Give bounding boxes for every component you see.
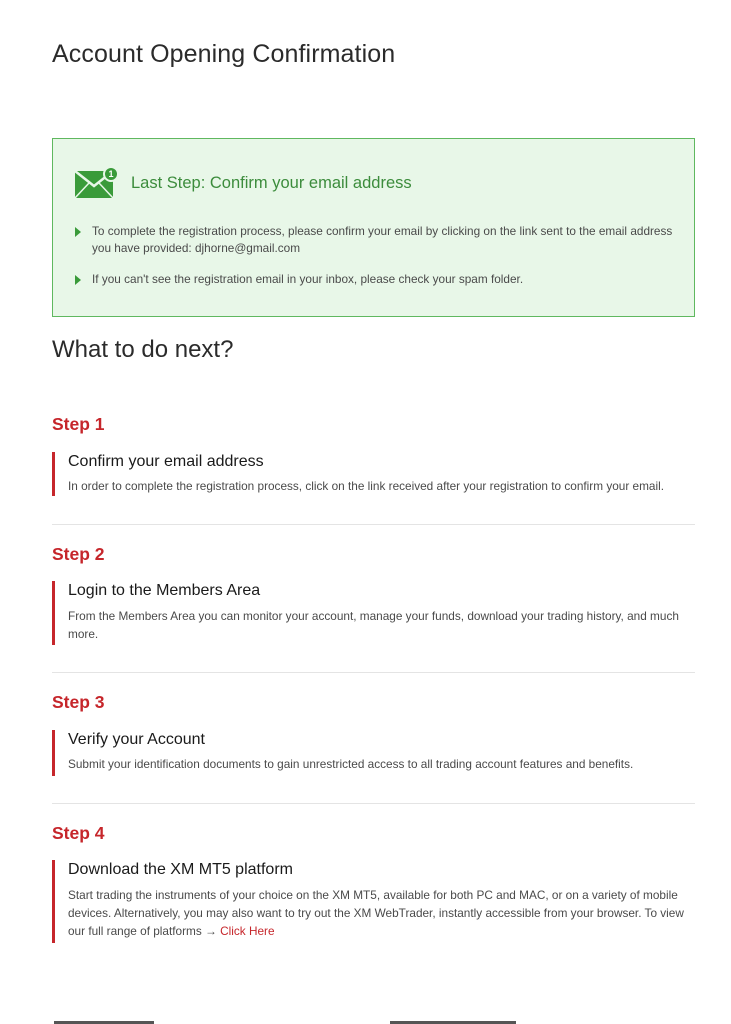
- notice-list: To complete the registration process, pl…: [75, 223, 675, 302]
- step-content: Login to the Members Area From the Membe…: [52, 581, 695, 645]
- notice-title: Last Step: Confirm your email address: [131, 173, 412, 192]
- notice-item: If you can't see the registration email …: [75, 271, 675, 288]
- email-confirmation-notice: 1 Last Step: Confirm your email address …: [52, 138, 695, 317]
- step-description: Submit your identification documents to …: [68, 757, 634, 771]
- step-description: In order to complete the registration pr…: [68, 479, 665, 493]
- step-heading: Verify your Account: [68, 731, 205, 748]
- step-content: Confirm your email address In order to c…: [52, 452, 695, 496]
- step-description-text: Start trading the instruments of your ch…: [68, 888, 684, 938]
- notification-badge: 1: [103, 166, 119, 182]
- step-divider: [52, 672, 695, 673]
- step-3: Step 3 Verify your Account Submit your i…: [52, 692, 695, 776]
- step-divider: [52, 524, 695, 525]
- step-content: Verify your Account Submit your identifi…: [52, 730, 695, 776]
- step-divider: [52, 803, 695, 804]
- step-description: Start trading the instruments of your ch…: [68, 886, 695, 940]
- step-label: Step 4: [52, 823, 105, 843]
- footer-partial: [0, 1018, 731, 1024]
- notice-item-text: If you can't see the registration email …: [92, 272, 524, 286]
- step-4: Step 4 Download the XM MT5 platform Star…: [52, 823, 695, 943]
- notice-item-text: To complete the registration process, pl…: [92, 224, 673, 255]
- step-2: Step 2 Login to the Members Area From th…: [52, 544, 695, 645]
- step-heading: Login to the Members Area: [68, 582, 261, 599]
- next-steps-title: What to do next?: [52, 336, 234, 363]
- triangle-bullet-icon: [75, 227, 81, 237]
- envelope-icon: 1: [75, 166, 119, 200]
- click-here-link[interactable]: Click Here: [220, 924, 274, 938]
- notice-item: To complete the registration process, pl…: [75, 223, 675, 257]
- step-heading: Confirm your email address: [68, 453, 264, 470]
- step-content: Download the XM MT5 platform Start tradi…: [52, 860, 695, 943]
- step-label: Step 3: [52, 692, 105, 712]
- triangle-bullet-icon: [75, 275, 81, 285]
- step-description: From the Members Area you can monitor yo…: [68, 609, 679, 641]
- step-heading: Download the XM MT5 platform: [68, 861, 293, 878]
- step-1: Step 1 Confirm your email address In ord…: [52, 414, 695, 496]
- notice-header: 1 Last Step: Confirm your email address: [75, 163, 412, 203]
- page-title: Account Opening Confirmation: [52, 40, 396, 68]
- step-label: Step 1: [52, 414, 105, 434]
- step-label: Step 2: [52, 544, 105, 564]
